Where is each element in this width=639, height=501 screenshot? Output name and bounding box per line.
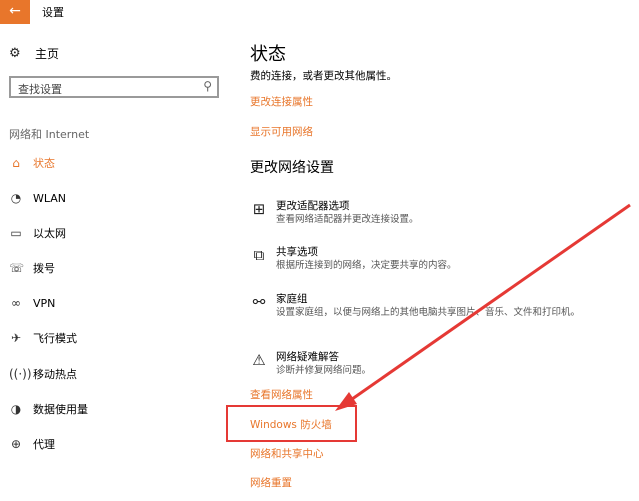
option-title: 网络疑难解答 bbox=[276, 351, 339, 363]
sidebar: ⚙ 主页 ⚲ 网络和 Internet ⌂ 状态 ◔ WLAN ▭ 以太网 ☏ … bbox=[0, 24, 232, 501]
sidebar-item-label: VPN bbox=[33, 296, 56, 310]
sidebar-item-hotspot[interactable]: ((·)) 移动热点 bbox=[0, 362, 232, 386]
sidebar-item-label: 移动热点 bbox=[33, 368, 77, 381]
sidebar-item-vpn[interactable]: ∞ VPN bbox=[0, 291, 232, 315]
option-title: 共享选项 bbox=[276, 246, 318, 258]
home-label: 主页 bbox=[35, 46, 60, 61]
page-title: 状态 bbox=[250, 44, 286, 65]
change-network-settings-heading: 更改网络设置 bbox=[250, 160, 334, 176]
sidebar-item-ethernet[interactable]: ▭ 以太网 bbox=[0, 221, 232, 245]
sidebar-item-label: 代理 bbox=[33, 438, 55, 451]
sidebar-item-label: 拨号 bbox=[33, 262, 55, 275]
search-icon: ⚲ bbox=[203, 79, 212, 93]
globe-icon: ⊕ bbox=[10, 437, 22, 451]
title-bar: ← 设置 bbox=[0, 0, 639, 24]
sidebar-item-label: 飞行模式 bbox=[33, 332, 77, 345]
sharing-icon: ⧉ bbox=[253, 246, 265, 264]
sidebar-item-wlan[interactable]: ◔ WLAN bbox=[0, 186, 232, 210]
home-link[interactable]: ⚙ 主页 bbox=[9, 43, 59, 63]
option-title: 家庭组 bbox=[276, 293, 308, 305]
back-arrow-icon: ← bbox=[9, 3, 21, 19]
status-description: 费的连接，或者更改其他属性。 bbox=[250, 70, 397, 82]
home-status-icon: ⌂ bbox=[12, 156, 20, 170]
airplane-icon: ✈ bbox=[10, 331, 22, 345]
sidebar-item-status[interactable]: ⌂ 状态 bbox=[0, 151, 232, 175]
sidebar-item-airplane[interactable]: ✈ 飞行模式 bbox=[0, 326, 232, 350]
option-desc: 根据所连接到的网络，决定要共享的内容。 bbox=[276, 260, 457, 271]
network-reset-link[interactable]: 网络重置 bbox=[250, 475, 292, 490]
sidebar-item-dialup[interactable]: ☏ 拨号 bbox=[0, 256, 232, 280]
sharing-options[interactable]: ⧉ 共享选项 根据所连接到的网络，决定要共享的内容。 bbox=[250, 244, 639, 274]
adapter-options[interactable]: ⊞ 更改适配器选项 查看网络适配器并更改连接设置。 bbox=[250, 198, 639, 228]
option-title: 更改适配器选项 bbox=[276, 200, 350, 212]
change-connection-properties-link[interactable]: 更改连接属性 bbox=[250, 94, 313, 109]
sidebar-item-proxy[interactable]: ⊕ 代理 bbox=[0, 432, 232, 456]
gear-icon: ⚙ bbox=[9, 45, 21, 61]
sidebar-item-label: 数据使用量 bbox=[33, 403, 88, 416]
homegroup-option[interactable]: ⚯ 家庭组 设置家庭组，以便与网络上的其他电脑共享图片、音乐、文件和打印机。 bbox=[250, 291, 639, 321]
option-desc: 查看网络适配器并更改连接设置。 bbox=[276, 214, 419, 225]
warning-icon: ⚠ bbox=[252, 351, 266, 369]
adapter-icon: ⊞ bbox=[252, 200, 266, 218]
back-button[interactable]: ← bbox=[0, 0, 30, 24]
troubleshoot-option[interactable]: ⚠ 网络疑难解答 诊断并修复网络问题。 bbox=[250, 349, 639, 379]
show-available-networks-link[interactable]: 显示可用网络 bbox=[250, 124, 313, 139]
sidebar-item-label: WLAN bbox=[33, 191, 67, 205]
option-desc: 设置家庭组，以便与网络上的其他电脑共享图片、音乐、文件和打印机。 bbox=[276, 307, 581, 318]
search-box[interactable]: ⚲ bbox=[9, 76, 219, 98]
sidebar-item-label: 状态 bbox=[33, 157, 55, 170]
wifi-icon: ◔ bbox=[10, 191, 22, 205]
option-desc: 诊断并修复网络问题。 bbox=[276, 365, 372, 376]
sidebar-item-label: 以太网 bbox=[33, 227, 66, 240]
network-sharing-center-link[interactable]: 网络和共享中心 bbox=[250, 446, 324, 461]
homegroup-icon: ⚯ bbox=[252, 293, 266, 311]
view-network-properties-link[interactable]: 查看网络属性 bbox=[250, 387, 313, 402]
sidebar-item-data-usage[interactable]: ◑ 数据使用量 bbox=[0, 397, 232, 421]
dialup-icon: ☏ bbox=[9, 261, 25, 275]
vpn-icon: ∞ bbox=[11, 296, 21, 310]
ethernet-icon: ▭ bbox=[10, 226, 22, 240]
window-title: 设置 bbox=[42, 6, 64, 19]
search-input[interactable] bbox=[18, 81, 196, 98]
hotspot-icon: ((·)) bbox=[9, 367, 32, 381]
highlight-box bbox=[226, 405, 357, 442]
data-usage-icon: ◑ bbox=[10, 402, 22, 416]
section-label: 网络和 Internet bbox=[9, 128, 90, 141]
